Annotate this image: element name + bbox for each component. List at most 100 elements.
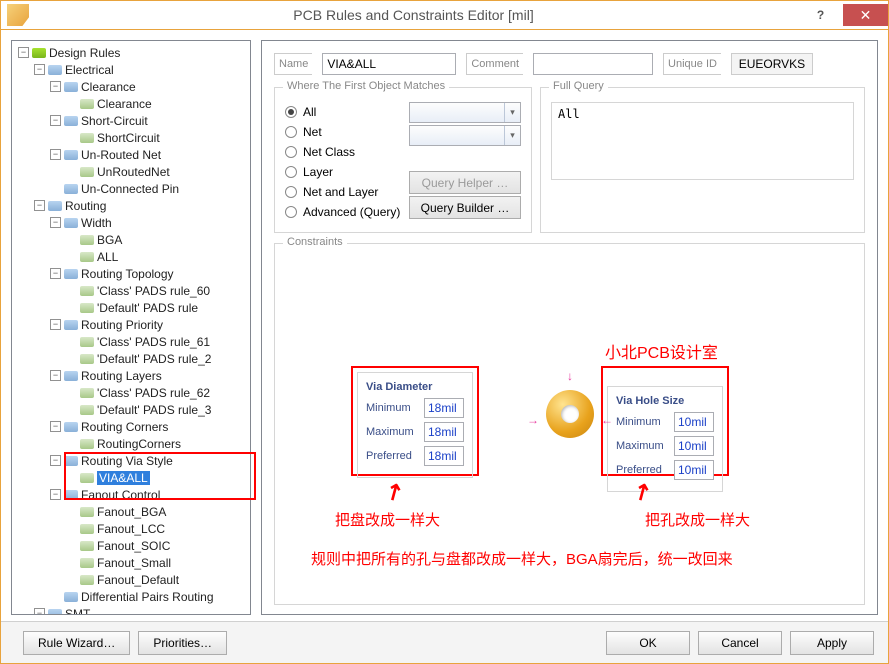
tree-item-label: Short-Circuit <box>81 114 148 128</box>
match-radio-all[interactable]: All <box>285 102 401 122</box>
tree-item[interactable]: −Clearance <box>14 78 248 95</box>
collapse-icon[interactable]: − <box>50 217 61 228</box>
ok-button[interactable]: OK <box>606 631 690 655</box>
radio-icon <box>285 206 297 218</box>
tree-item[interactable]: −Routing Priority <box>14 316 248 333</box>
tree-item[interactable]: −Routing Layers <box>14 367 248 384</box>
rule-icon <box>79 352 95 366</box>
bottombar: Rule Wizard… Priorities… OK Cancel Apply <box>1 621 888 663</box>
rule-wizard-button[interactable]: Rule Wizard… <box>23 631 130 655</box>
help-button[interactable]: ? <box>798 4 843 26</box>
tree-item[interactable]: −Design Rules <box>14 44 248 61</box>
query-builder-button[interactable]: Query Builder … <box>409 196 521 219</box>
tree-item[interactable]: 'Class' PADS rule_62 <box>14 384 248 401</box>
cancel-button[interactable]: Cancel <box>698 631 782 655</box>
via-hole-input[interactable] <box>674 436 714 456</box>
tree-item[interactable]: ALL <box>14 248 248 265</box>
tree-item[interactable]: Fanout_BGA <box>14 503 248 520</box>
rule-icon <box>79 131 95 145</box>
collapse-icon[interactable]: − <box>34 64 45 75</box>
tree-item[interactable]: 'Default' PADS rule <box>14 299 248 316</box>
via-diameter-input[interactable] <box>424 446 464 466</box>
cat-icon <box>47 607 63 616</box>
cat-icon <box>63 216 79 230</box>
via-hole-input[interactable] <box>674 412 714 432</box>
tree-item[interactable]: − Short-Circuit <box>14 112 248 129</box>
tree-item[interactable]: UnRoutedNet <box>14 163 248 180</box>
tree-item[interactable]: 'Default' PADS rule_2 <box>14 350 248 367</box>
via-hole-row: Preferred <box>616 459 714 481</box>
spacer-icon <box>66 166 77 177</box>
rule-icon <box>79 539 95 553</box>
tree-item[interactable]: Fanout_Default <box>14 571 248 588</box>
collapse-icon[interactable]: − <box>50 115 61 126</box>
collapse-icon[interactable]: − <box>34 200 45 211</box>
via-diameter-title: Via Diameter <box>366 381 464 393</box>
match-radio-layer[interactable]: Layer <box>285 162 401 182</box>
via-hole-row: Minimum <box>616 411 714 433</box>
collapse-icon[interactable]: − <box>50 149 61 160</box>
tree-item[interactable]: Clearance <box>14 95 248 112</box>
tree-item[interactable]: Fanout_SOIC <box>14 537 248 554</box>
tree-item[interactable]: ShortCircuit <box>14 129 248 146</box>
collapse-icon[interactable]: − <box>50 370 61 381</box>
close-button[interactable]: ✕ <box>843 4 888 26</box>
collapse-icon[interactable]: − <box>18 47 29 58</box>
tree-item[interactable]: −Routing Corners <box>14 418 248 435</box>
match-radio-net-and-layer[interactable]: Net and Layer <box>285 182 401 202</box>
match-radio-advanced-query-[interactable]: Advanced (Query) <box>285 202 401 222</box>
name-input[interactable] <box>322 53 456 75</box>
tree-item-label: 'Class' PADS rule_61 <box>97 335 210 349</box>
tree-item[interactable]: Fanout_LCC <box>14 520 248 537</box>
tree-item[interactable]: BGA <box>14 231 248 248</box>
comment-input[interactable] <box>533 53 653 75</box>
tree-item-label: Clearance <box>97 97 152 111</box>
tree-item-label: Fanout_Default <box>97 573 179 587</box>
via-diameter-input[interactable] <box>424 398 464 418</box>
window: PCB Rules and Constraints Editor [mil] ?… <box>0 0 889 664</box>
tree-item-label: BGA <box>97 233 122 247</box>
via-diameter-label: Minimum <box>366 402 420 414</box>
radio-label: Layer <box>303 165 333 179</box>
via-hole-group: Via Hole Size MinimumMaximumPreferred <box>607 386 723 492</box>
tree-item[interactable]: −Routing Topology <box>14 265 248 282</box>
tree-item[interactable]: Fanout_Small <box>14 554 248 571</box>
tree-item[interactable]: Un-Connected Pin <box>14 180 248 197</box>
collapse-icon[interactable]: − <box>50 421 61 432</box>
radio-icon <box>285 166 297 178</box>
tree-item[interactable]: −SMT <box>14 605 248 615</box>
query-group-title: Full Query <box>549 80 608 92</box>
tree-item[interactable]: 'Default' PADS rule_3 <box>14 401 248 418</box>
collapse-icon[interactable]: − <box>50 319 61 330</box>
tree-item[interactable]: −Electrical <box>14 61 248 78</box>
rule-icon <box>79 505 95 519</box>
netclass-combo[interactable]: ▾ <box>409 125 521 146</box>
collapse-icon[interactable]: − <box>50 268 61 279</box>
tree-item[interactable]: −Width <box>14 214 248 231</box>
tree-item[interactable]: 'Class' PADS rule_60 <box>14 282 248 299</box>
net-combo[interactable]: ▾ <box>409 102 521 123</box>
via-diameter-input[interactable] <box>424 422 464 442</box>
rule-icon <box>79 522 95 536</box>
match-radio-net-class[interactable]: Net Class <box>285 142 401 162</box>
tree-item[interactable]: −Routing <box>14 197 248 214</box>
match-radio-net[interactable]: Net <box>285 122 401 142</box>
collapse-icon[interactable]: − <box>50 455 61 466</box>
tree-item[interactable]: 'Class' PADS rule_61 <box>14 333 248 350</box>
collapse-icon[interactable]: − <box>50 81 61 92</box>
collapse-icon[interactable]: − <box>50 489 61 500</box>
query-helper-button[interactable]: Query Helper … <box>409 171 521 194</box>
tree-item-label: ShortCircuit <box>97 131 160 145</box>
tree-item[interactable]: Differential Pairs Routing <box>14 588 248 605</box>
collapse-icon[interactable]: − <box>34 608 45 615</box>
tree-item[interactable]: RoutingCorners <box>14 435 248 452</box>
tree-item[interactable]: −Un-Routed Net <box>14 146 248 163</box>
via-hole-input[interactable] <box>674 460 714 480</box>
priorities-button[interactable]: Priorities… <box>138 631 227 655</box>
query-group: Full Query All <box>540 87 865 233</box>
cat-icon <box>63 182 79 196</box>
rules-tree[interactable]: −Design Rules−Electrical−Clearance Cleara… <box>11 40 251 615</box>
query-text[interactable]: All <box>551 102 854 180</box>
apply-button[interactable]: Apply <box>790 631 874 655</box>
tree-item-label: Differential Pairs Routing <box>81 590 214 604</box>
